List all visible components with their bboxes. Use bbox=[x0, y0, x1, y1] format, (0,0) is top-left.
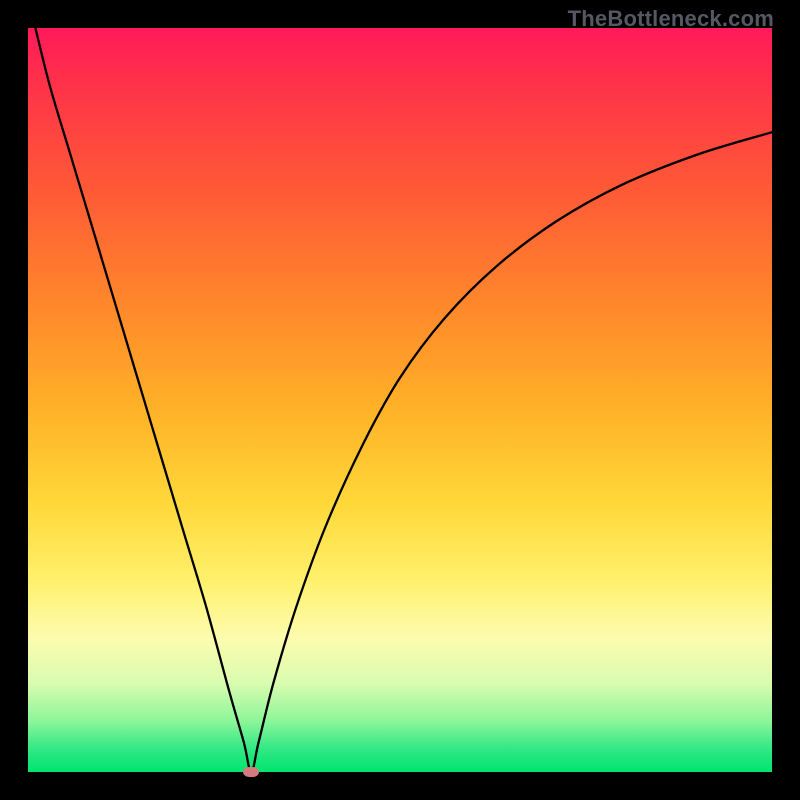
curve-svg bbox=[28, 28, 772, 772]
plot-area bbox=[28, 28, 772, 772]
chart-frame: TheBottleneck.com bbox=[0, 0, 800, 800]
minimum-marker bbox=[243, 767, 259, 777]
bottleneck-curve-path bbox=[35, 28, 772, 772]
